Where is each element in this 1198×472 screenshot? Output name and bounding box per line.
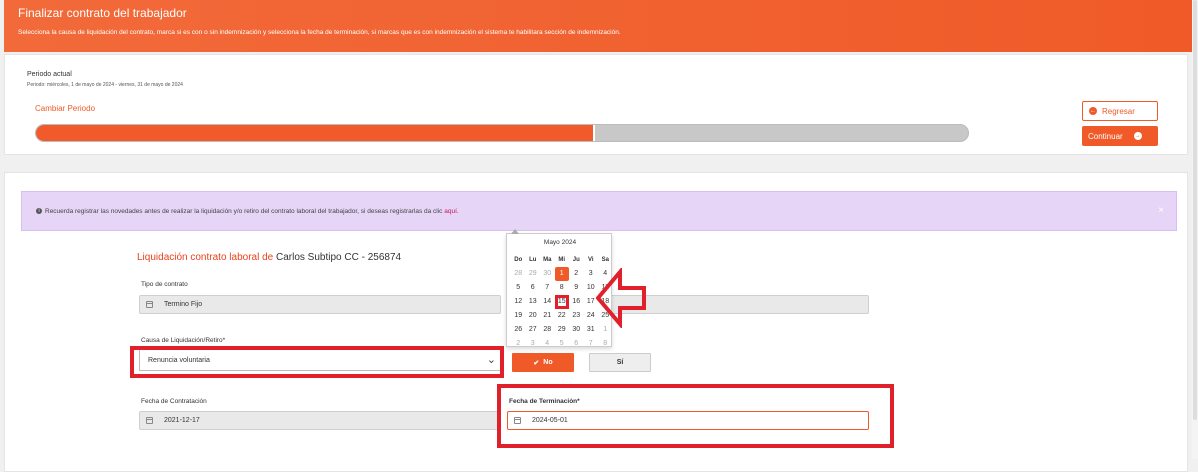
calendar-day[interactable]: 5 [555, 337, 570, 351]
liquidacion-title-prefix: Liquidación contrato laboral de [137, 252, 274, 263]
annotation-arrow-icon [596, 268, 646, 328]
weekday-header: Mi [558, 257, 566, 263]
back-arrow-icon: ← [1089, 107, 1097, 115]
calendar-day[interactable]: 13 [526, 295, 541, 309]
tipo-contrato-field: Termino Fijo [139, 295, 501, 314]
weekday-header: Ma [543, 257, 552, 263]
calendar-month-title: Mayo 2024 [543, 239, 577, 246]
cambiar-periodo-link[interactable]: Cambiar Periodo [35, 104, 95, 113]
no-label: No [543, 359, 553, 366]
calendar-day[interactable]: 3 [526, 337, 541, 351]
close-icon[interactable]: × [1158, 205, 1164, 216]
calendar-day[interactable]: 1 [554, 267, 569, 281]
page-scrollbar[interactable] [1192, 0, 1198, 459]
calendar-day[interactable]: 23 [569, 309, 584, 323]
annotation-causa-box [130, 346, 504, 378]
weekday-header: Lu [529, 257, 537, 263]
indemnizacion-si-button[interactable]: Sí [589, 353, 651, 372]
calendar-icon [146, 301, 153, 308]
period-progress-fill [36, 125, 596, 141]
calendar-day[interactable]: 15 [554, 295, 569, 309]
periodo-card: Periodo actual Periodo: miércoles, 1 de … [4, 54, 1188, 155]
calendar-icon [146, 417, 153, 424]
annotation-terminacion-box [497, 384, 894, 448]
period-progress-bar [35, 124, 969, 142]
si-label: Sí [616, 359, 624, 366]
causa-label: Causa de Liquidación/Retiro* [141, 337, 226, 344]
calendar-day[interactable]: 21 [540, 309, 555, 323]
calendar-day[interactable]: 30 [540, 267, 555, 281]
calendar-day[interactable]: 28 [540, 323, 555, 337]
regresar-button[interactable]: ← Regresar [1082, 101, 1158, 121]
calendar-day[interactable]: 2 [569, 267, 584, 281]
page-title: Finalizar contrato del trabajador [18, 6, 187, 20]
weekday-header: Ju [572, 257, 580, 263]
calendar-day[interactable]: 6 [526, 281, 541, 295]
calendar-day[interactable]: 6 [569, 337, 584, 351]
periodo-range: Periodo: miércoles, 1 de mayo de 2024 - … [27, 82, 183, 88]
calendar-day[interactable]: 22 [555, 309, 570, 323]
tipo-contrato-label: Tipo de contrato [141, 281, 188, 288]
page-subtitle: Selecciona la causa de liquidación del c… [18, 29, 621, 36]
fecha-contratacion-field: 2021-12-17 [139, 411, 501, 430]
calendar-day[interactable]: 20 [526, 309, 541, 323]
readonly-field [609, 295, 869, 314]
contratacion-label: Fecha de Contratación [141, 398, 207, 405]
worker-name: Carlos Subtipo CC - 256874 [276, 252, 402, 263]
calendar-day[interactable]: 27 [526, 323, 541, 337]
notice-text: Recuerda registrar las novedades antes d… [45, 208, 445, 215]
calendar-day[interactable]: 29 [555, 323, 570, 337]
calendar-day[interactable]: 29 [526, 267, 541, 281]
check-icon: ✔ [533, 359, 540, 367]
weekday-header: Do [514, 257, 523, 263]
info-icon: i [36, 208, 42, 215]
calendar-day[interactable]: 7 [540, 281, 555, 295]
indemnizacion-no-button[interactable]: ✔ No [512, 353, 574, 372]
liquidacion-title: Liquidación contrato laboral de Carlos S… [137, 252, 401, 263]
calendar-day[interactable]: 19 [511, 309, 526, 323]
notice-link-aqui[interactable]: aquí [444, 208, 457, 215]
regresar-label: Regresar [1102, 106, 1135, 116]
weekday-header: Vi [587, 257, 594, 263]
calendar-day[interactable]: 16 [569, 295, 584, 309]
calendar-day[interactable]: 4 [540, 337, 555, 351]
forward-arrow-icon: → [1133, 132, 1142, 140]
notice-tail: . [456, 208, 459, 215]
continuar-label: Continuar [1088, 131, 1123, 141]
calendar-day[interactable]: 8 [598, 337, 613, 351]
calendar-day[interactable]: 12 [511, 295, 526, 309]
page-header: Finalizar contrato del trabajador Selecc… [4, 0, 1194, 52]
calendar-day[interactable]: 8 [555, 281, 570, 295]
calendar-day[interactable]: 14 [540, 295, 555, 309]
weekday-header: Sa [601, 257, 609, 263]
novedades-notice: i Recuerda registrar las novedades antes … [21, 191, 1177, 231]
calendar-day[interactable]: 26 [511, 323, 526, 337]
tipo-contrato-value: Termino Fijo [164, 301, 203, 308]
calendar-day[interactable]: 5 [511, 281, 526, 295]
calendar-day[interactable]: 2 [511, 337, 526, 351]
calendar-day[interactable]: 28 [511, 267, 526, 281]
calendar-day[interactable]: 30 [569, 323, 584, 337]
calendar-day[interactable]: 7 [584, 337, 599, 351]
calendar-day[interactable]: 9 [569, 281, 584, 295]
scrollbar-thumb[interactable] [1193, 0, 1197, 420]
contratacion-value: 2021-12-17 [164, 417, 200, 424]
periodo-label: Periodo actual [27, 71, 72, 78]
continuar-button[interactable]: Continuar → [1082, 126, 1158, 146]
